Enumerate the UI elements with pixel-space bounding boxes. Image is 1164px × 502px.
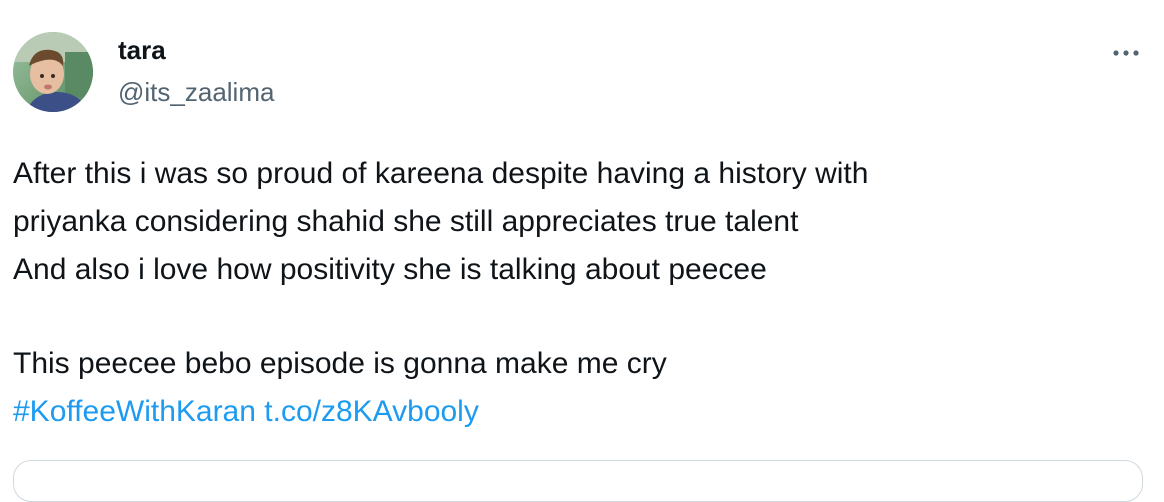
tweet-links-line: #KoffeeWithKaran t.co/z8KAvbooly <box>13 388 1143 436</box>
avatar-image <box>13 32 93 112</box>
avatar[interactable] <box>13 32 93 112</box>
embedded-card[interactable] <box>13 460 1143 502</box>
hashtag-link[interactable]: #KoffeeWithKaran <box>13 395 256 428</box>
tweet-text-line: And also i love how positivity she is ta… <box>13 253 767 286</box>
tweet-text-line: priyanka considering shahid she still ap… <box>13 205 799 238</box>
tweet-text-line: After this i was so proud of kareena des… <box>13 157 869 190</box>
more-horizontal-icon <box>1113 50 1139 56</box>
tweet-text-line: This peecee bebo episode is gonna make m… <box>13 347 667 380</box>
author-handle[interactable]: @its_zaalima <box>118 77 274 107</box>
author-display-name[interactable]: tara <box>118 35 166 65</box>
tweet-text: After this i was so proud of kareena des… <box>13 150 1143 436</box>
more-options-button[interactable] <box>1106 38 1146 68</box>
tweet: tara @its_zaalima After this i was so pr… <box>0 0 1164 502</box>
url-link[interactable]: t.co/z8KAvbooly <box>264 395 479 428</box>
